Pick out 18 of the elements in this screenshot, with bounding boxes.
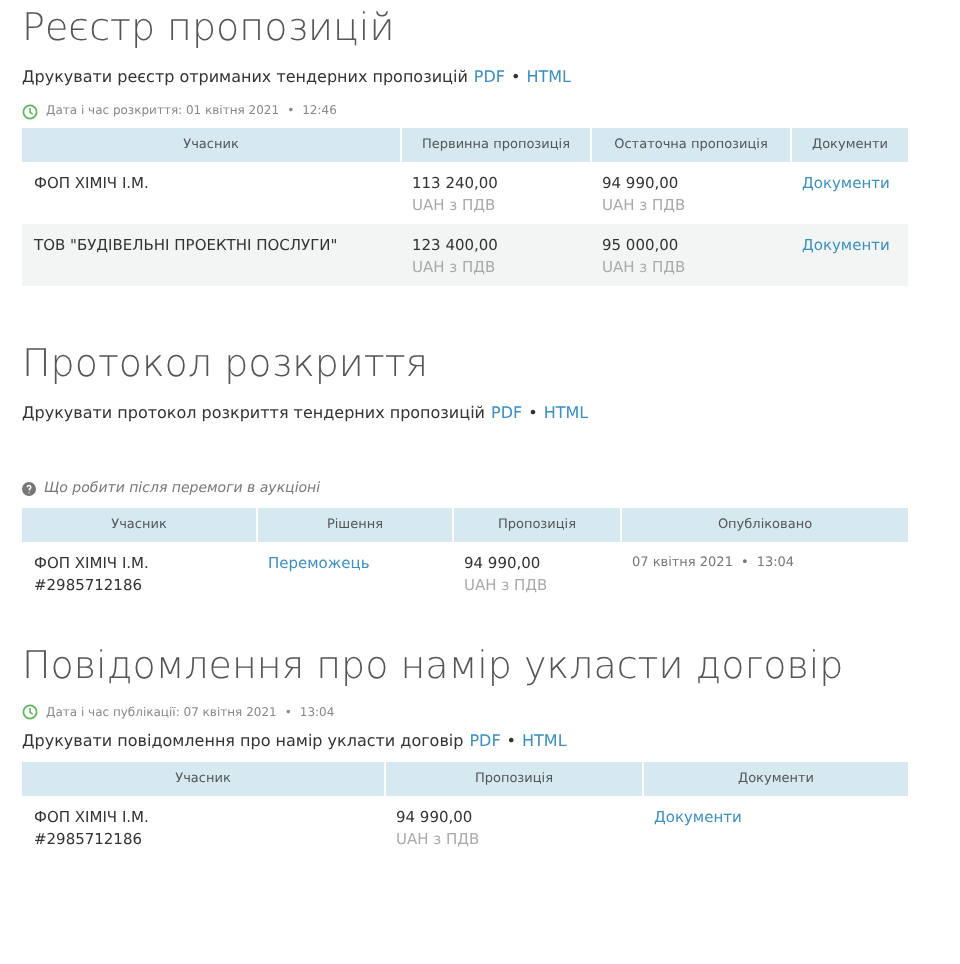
separator-dot: •: [511, 66, 521, 90]
section-title: Реєстр пропозицій: [22, 4, 397, 54]
print-text: Друкувати повідомлення про намір укласти договір: [22, 729, 464, 753]
separator-dot: •: [506, 729, 517, 753]
clock-icon: [22, 103, 38, 119]
pdf-link[interactable]: PDF: [469, 729, 501, 753]
html-link[interactable]: HTML: [526, 66, 571, 90]
print-text: Друкувати протокол розкриття тендерних пропозицій: [22, 402, 485, 426]
clock-icon: [22, 704, 38, 720]
section-title: Повідомлення про намір укласти договір: [22, 641, 846, 691]
question-icon: [22, 481, 36, 496]
section-title: Протокол розкриття: [22, 340, 431, 390]
pdf-link[interactable]: PDF: [491, 402, 523, 426]
separator-dot: •: [528, 402, 538, 426]
html-link[interactable]: HTML: [522, 729, 567, 753]
html-link[interactable]: HTML: [543, 402, 589, 426]
pdf-link[interactable]: PDF: [473, 66, 505, 90]
print-text: Друкувати реєстр отриманих тендерних пропозицій: [22, 66, 468, 90]
